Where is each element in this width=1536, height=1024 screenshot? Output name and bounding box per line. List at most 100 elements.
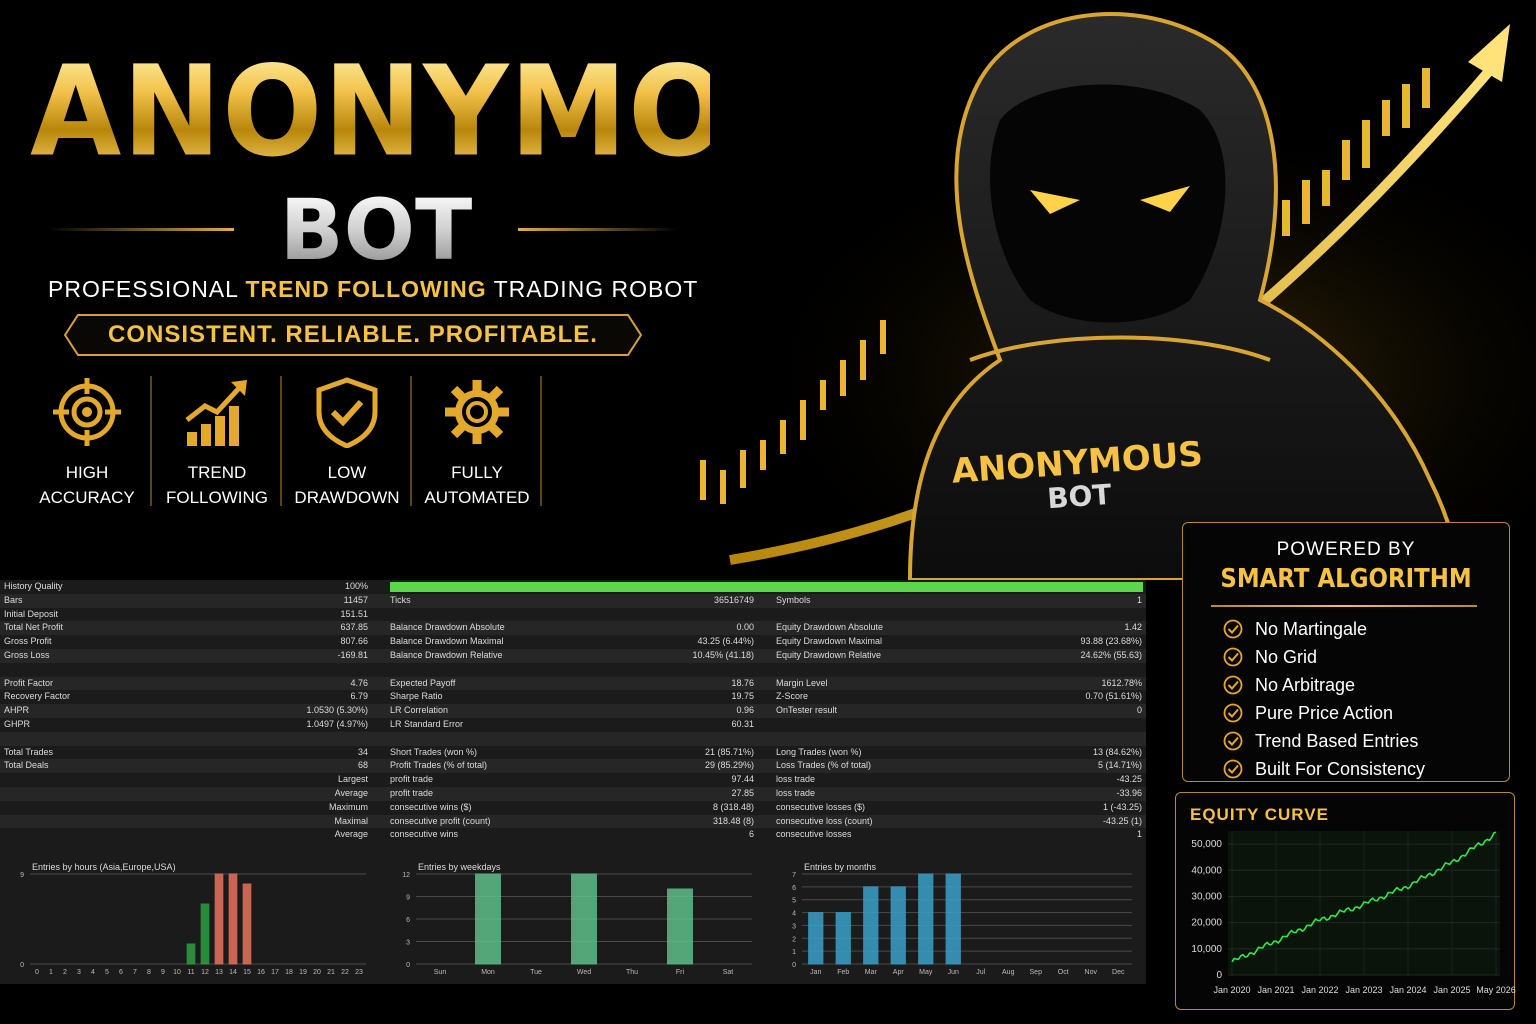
report-value: Average (334, 788, 368, 798)
report-value: 11457 (343, 594, 368, 605)
x-tick-label: Aug (1002, 969, 1015, 976)
report-label: Equity Drawdown Maximal (776, 636, 883, 647)
bar (918, 873, 934, 965)
report-label: loss trade (776, 774, 816, 785)
report-value: 807.66 (340, 636, 368, 647)
report-value: 29 (85.29%) (704, 760, 754, 771)
report-value: -169.81 (337, 650, 368, 660)
history-quality-bar (390, 582, 1143, 592)
y-tick-label: 6 (406, 917, 410, 924)
y-tick-label: 9 (20, 872, 24, 879)
hero-artwork: ANONYMOUS BOT (700, 12, 1536, 582)
y-tick-label: 0 (20, 962, 24, 969)
x-tick-label: Sep (1030, 969, 1043, 976)
report-value: -43.25 (1) (1102, 815, 1142, 826)
panel-pre: POWERED BY (1276, 539, 1416, 560)
bar (571, 873, 597, 965)
report-value: 6 (748, 829, 754, 840)
report-label: profit trade (390, 774, 434, 785)
x-tick-label: 22 (341, 969, 349, 976)
y-tick-label: 1 (792, 949, 796, 956)
report-value: 24.62% (55.63) (1080, 650, 1142, 660)
equity-curve-card: EQUITY CURVE 0 10,000 20,000 30,000 40,000 50… (1175, 792, 1516, 1010)
report-value: 1.42 (1124, 622, 1142, 633)
panel-item-text: No Arbitrage (1255, 675, 1356, 695)
bar (214, 873, 224, 965)
y-tick-label: 0 (1216, 970, 1222, 981)
y-tick-label: 0 (792, 962, 796, 969)
report-label: Loss Trades (% of total) (776, 760, 872, 771)
feature-fully-automated: FULLY AUTOMATED (412, 376, 542, 507)
report-label: LR Standard Error (390, 719, 464, 729)
x-tick-label: Thu (626, 969, 638, 976)
report-label: LR Correlation (390, 705, 449, 716)
report-value: 8 (318.48) (712, 801, 754, 812)
report-value: 13 (84.62%) (1092, 746, 1142, 757)
report-row: Average profit trade 27.85 loss trade -33.96 (0, 787, 1146, 801)
report-label: consecutive wins ($) (390, 801, 472, 812)
report-label: Profit Trades (% of total) (390, 760, 488, 771)
report-value: 43.25 (6.44%) (697, 636, 754, 647)
report-value: 318.48 (8) (712, 815, 754, 826)
history-quality-track (390, 582, 1143, 592)
report-value: Average (334, 829, 368, 840)
report-label: Sharpe Ratio (390, 691, 443, 702)
report-value: 0 (1136, 705, 1142, 716)
report-value: 1 (-43.25) (1102, 801, 1142, 812)
panel-item: Pure Price Action (1223, 699, 1493, 727)
report-value: 21 (85.71%) (704, 746, 754, 757)
panel-list: No Martingale No Grid No Arbitrage Pure Pri… (1223, 615, 1493, 783)
report-label: Expected Payoff (390, 677, 456, 688)
brand-line-right (518, 228, 678, 231)
y-tick-label: 0 (406, 962, 410, 969)
report-row: Maximum consecutive wins ($) 8 (318.48) con… (0, 801, 1146, 815)
report-label: Margin Level (776, 677, 828, 688)
report-label: consecutive wins (390, 829, 459, 840)
report-row: Total Net Profit 637.85 Balance Drawdown A… (0, 621, 1146, 636)
x-tick-label: Mon (481, 969, 495, 976)
report-label: loss trade (776, 788, 816, 798)
report-row: Profit Factor 4.76 Expected Payoff 18.76 Mar… (0, 676, 1146, 691)
report-row: Gross Loss -169.81 Balance Drawdown Relati… (0, 649, 1146, 663)
panel-item: No Martingale (1223, 615, 1493, 643)
x-tick-label: Jan 2020 (1213, 985, 1250, 995)
x-tick-label: Fri (676, 969, 685, 976)
y-tick-label: 3 (792, 923, 796, 930)
chart-canvas: 090 1 2 3 4 5 6 7 8 9 10 11 12 13 14 15 16 17 18 19 20 21 22 23 (20, 872, 366, 976)
tagline-pre: PROFESSIONAL (48, 276, 239, 302)
panel-item: Built For Consistency (1223, 755, 1493, 783)
report-value: 19.75 (731, 691, 754, 702)
x-tick-label: 21 (327, 969, 335, 976)
panel-item: No Arbitrage (1223, 671, 1493, 699)
x-tick-label: 12 (201, 969, 209, 976)
bar (863, 886, 879, 965)
x-tick-label: 15 (243, 969, 251, 976)
report-row: History Quality 100% (0, 580, 1146, 594)
report-label: AHPR (4, 705, 30, 716)
chart-title: Entries by months (804, 862, 877, 872)
report-value: 5 (14.71%) (1097, 760, 1142, 771)
bar (808, 912, 824, 965)
report-row: Total Deals 68 Profit Trades (% of total) 2… (0, 759, 1146, 774)
feature-row: HIGH ACCURACY TREND FOLLOWING LOW DRAWDO… (22, 376, 542, 507)
x-tick-label: Dec (1112, 969, 1125, 976)
equity-chart: 0 10,000 20,000 30,000 40,000 50,000 Jan 2020 J… (1191, 831, 1516, 995)
report-value: 1 (1136, 829, 1142, 840)
chart-entries-by-weekdays: Entries by weekdays 0 3 6 9 12 Sun Mon Tue Wed Th… (386, 862, 766, 984)
x-tick-label: Oct (1058, 969, 1069, 976)
x-tick-label: 20 (313, 969, 321, 976)
report-row (0, 663, 1146, 677)
report-value: Maximal (334, 815, 368, 826)
x-tick-label: 18 (285, 969, 293, 976)
x-tick-label: Jan 2023 (1345, 985, 1382, 995)
x-tick-label: Sat (723, 969, 734, 976)
report-row: Recovery Factor 6.79 Sharpe Ratio 19.75 Z-Sc… (0, 690, 1146, 704)
bar (242, 883, 252, 965)
x-tick-label: Jun (948, 969, 959, 976)
chest-subtitle: BOT (1046, 478, 1112, 515)
check-circle-icon (1223, 759, 1243, 779)
feature-label: LOW DRAWDOWN (294, 463, 400, 507)
report-value: 10.45% (41.18) (692, 650, 754, 660)
x-tick-label: 3 (77, 969, 81, 976)
report-label: GHPR (4, 719, 31, 729)
